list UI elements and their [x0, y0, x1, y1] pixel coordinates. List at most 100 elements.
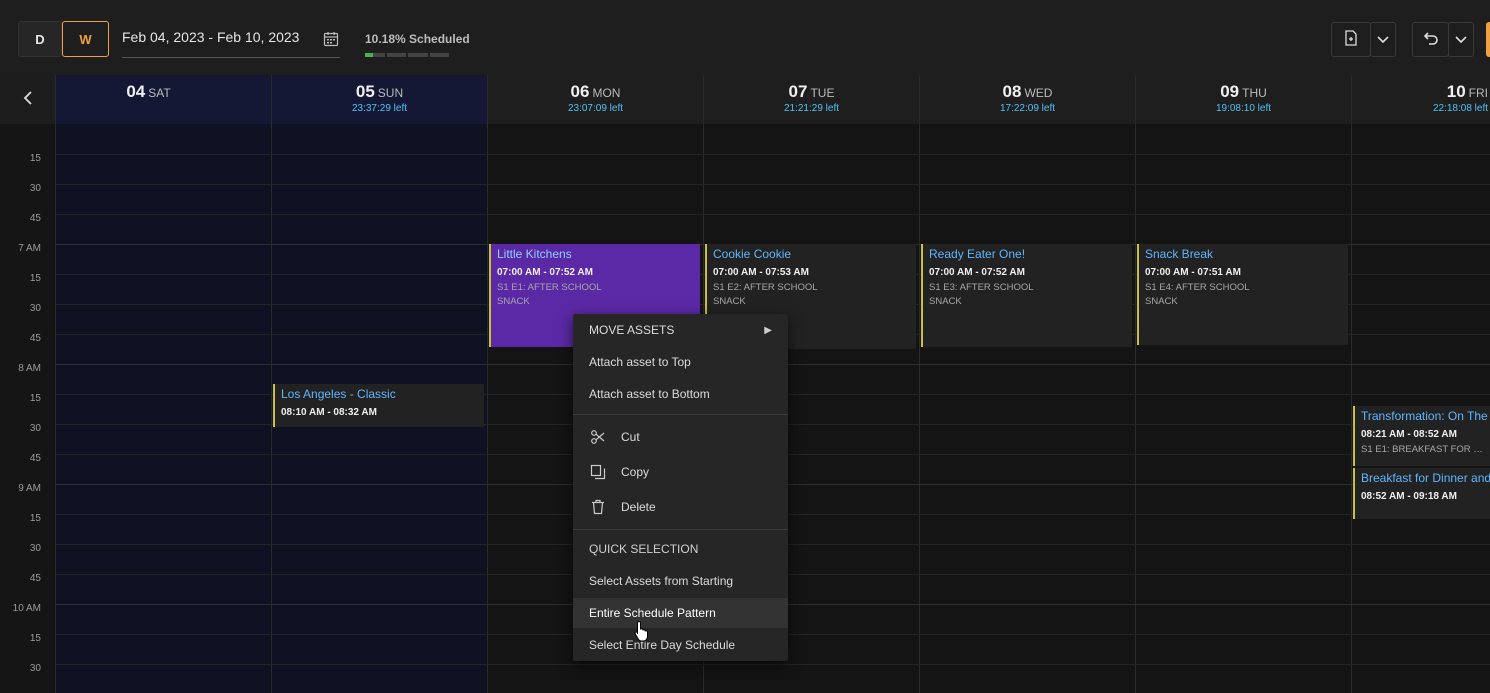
- menu-item-label: Select Assets from Starting: [589, 574, 734, 588]
- event-category: SNACK: [497, 296, 530, 307]
- event-card[interactable]: Breakfast for Dinner and 08:52 AM - 09:1…: [1353, 468, 1490, 519]
- day-header-wed[interactable]: 08 WED 17:22:09 left: [919, 75, 1135, 124]
- time-left: 17:22:09 left: [999, 103, 1056, 114]
- event-time: 07:00 AM - 07:53 AM: [713, 267, 809, 278]
- grid-line: [55, 154, 1490, 155]
- event-episode: S1 E2: AFTER SCHOOL: [713, 282, 818, 293]
- menu-section-label: QUICK SELECTION: [589, 542, 699, 556]
- time-label: 30: [29, 423, 41, 434]
- submenu-arrow-icon: ▶: [764, 324, 772, 336]
- day-header-tue[interactable]: 07 TUE 21:21:29 left: [703, 75, 919, 124]
- copy-icon: [589, 463, 607, 481]
- day-header-sun[interactable]: 05 SUN 23:37:29 left: [271, 75, 487, 124]
- event-episode: S1 E4: AFTER SCHOOL: [1145, 282, 1250, 293]
- time-label: 30: [29, 303, 41, 314]
- time-left: 23:07:09 left: [567, 103, 624, 114]
- undo-button[interactable]: [1412, 22, 1449, 57]
- day-number: 09: [1220, 82, 1240, 101]
- event-category: SNACK: [1145, 296, 1178, 307]
- date-range-field[interactable]: Feb 04, 2023 - Feb 10, 2023: [122, 29, 340, 58]
- menu-item-attach-bottom[interactable]: Attach asset to Bottom: [573, 379, 788, 409]
- day-number: 10: [1446, 82, 1466, 101]
- day-name: WED: [1024, 86, 1053, 100]
- menu-item-delete[interactable]: Delete: [573, 492, 788, 522]
- week-view-button[interactable]: W: [62, 21, 109, 57]
- trash-icon: [589, 498, 607, 516]
- day-header-sat[interactable]: 04 SAT: [55, 75, 271, 124]
- menu-item-select-from-starting[interactable]: Select Assets from Starting: [573, 566, 788, 596]
- menu-item-label: Cut: [621, 430, 640, 444]
- menu-item-copy[interactable]: Copy: [573, 457, 788, 487]
- event-card[interactable]: Ready Eater One! 07:00 AM - 07:52 AM S1 …: [921, 244, 1132, 347]
- time-left: 22:18:08 left: [1432, 103, 1488, 114]
- grid-line: [55, 184, 1490, 185]
- scheduled-percentage: 10.18% Scheduled: [365, 32, 470, 46]
- menu-item-cut[interactable]: Cut: [573, 422, 788, 452]
- day-column-wed[interactable]: [919, 124, 1135, 693]
- time-label: 30: [29, 543, 41, 554]
- time-label: 45: [29, 333, 41, 344]
- day-header-fri[interactable]: 10 FRI 22:18:08 left: [1351, 75, 1490, 124]
- day-number: 08: [1002, 82, 1022, 101]
- undo-icon: [1423, 31, 1439, 48]
- day-name: TUE: [810, 86, 835, 100]
- event-title: Breakfast for Dinner and: [1361, 471, 1490, 485]
- time-label: 45: [29, 213, 41, 224]
- export-dropdown-button[interactable]: [1370, 22, 1396, 57]
- time-label: 45: [29, 573, 41, 584]
- event-episode: S1 E1: AFTER SCHOOL: [497, 282, 602, 293]
- event-episode: S1 E3: AFTER SCHOOL: [929, 282, 1034, 293]
- time-left: 23:37:29 left: [351, 103, 408, 114]
- event-episode: S1 E1: BREAKFAST FOR DI...: [1361, 444, 1484, 455]
- menu-item-select-entire-day[interactable]: Select Entire Day Schedule: [573, 630, 788, 660]
- day-view-button[interactable]: D: [18, 21, 62, 57]
- day-name: SUN: [377, 86, 404, 100]
- day-header-thu[interactable]: 09 THU 19:08:10 left: [1135, 75, 1351, 124]
- menu-item-label: Attach asset to Top: [589, 355, 691, 369]
- menu-item-move-assets[interactable]: MOVE ASSETS ▶: [573, 315, 788, 345]
- menu-item-label: MOVE ASSETS: [589, 323, 675, 337]
- menu-item-attach-top[interactable]: Attach asset to Top: [573, 347, 788, 377]
- day-name: MON: [592, 86, 621, 100]
- menu-item-entire-schedule-pattern[interactable]: Entire Schedule Pattern: [573, 598, 788, 628]
- event-card[interactable]: Los Angeles - Classic 08:10 AM - 08:32 A…: [273, 384, 484, 427]
- undo-dropdown-button[interactable]: [1448, 22, 1474, 57]
- day-column-thu[interactable]: [1135, 124, 1351, 693]
- time-label: 15: [29, 153, 41, 164]
- menu-section-quick-selection: QUICK SELECTION: [573, 534, 788, 564]
- event-title: Ready Eater One!: [929, 247, 1026, 261]
- chevron-down-icon: [1455, 33, 1467, 47]
- grid-line: [55, 664, 1490, 665]
- time-left: 19:08:10 left: [1215, 103, 1272, 114]
- event-time: 07:00 AM - 07:52 AM: [497, 267, 593, 278]
- context-menu: MOVE ASSETS ▶ Attach asset to Top Attach…: [573, 314, 788, 661]
- time-label: 9 AM: [18, 483, 41, 494]
- chevron-down-icon: [1377, 33, 1389, 47]
- event-card[interactable]: Snack Break 07:00 AM - 07:51 AM S1 E4: A…: [1137, 244, 1348, 345]
- primary-action-button-edge[interactable]: [1486, 22, 1490, 57]
- time-label: 15: [29, 393, 41, 404]
- day-number: 06: [570, 82, 590, 101]
- menu-divider: [573, 414, 788, 415]
- date-range-text: Feb 04, 2023 - Feb 10, 2023: [122, 29, 300, 45]
- event-title: Cookie Cookie: [713, 247, 792, 261]
- event-time: 07:00 AM - 07:51 AM: [1145, 267, 1241, 278]
- calendar-icon[interactable]: [322, 30, 340, 48]
- event-time: 08:52 AM - 09:18 AM: [1361, 491, 1457, 502]
- scheduled-progress-bar: [365, 53, 449, 57]
- event-title: Transformation: On The: [1361, 409, 1488, 423]
- menu-divider: [573, 529, 788, 530]
- menu-item-label: Select Entire Day Schedule: [589, 638, 736, 652]
- time-label: 45: [29, 453, 41, 464]
- time-column: 15 30 45 7 AM 15 30 45 8 AM 15 30 45 9 AM 15 30 45 10 A…: [0, 124, 55, 693]
- menu-item-label: Delete: [621, 500, 656, 514]
- time-left: 21:21:29 left: [783, 103, 840, 114]
- day-column-sat[interactable]: [55, 124, 271, 693]
- export-button[interactable]: [1331, 22, 1371, 57]
- event-card[interactable]: Transformation: On The 08:21 AM - 08:52 …: [1353, 406, 1490, 466]
- menu-item-label: Entire Schedule Pattern: [589, 606, 716, 620]
- day-name: FRI: [1468, 86, 1488, 100]
- event-time: 08:21 AM - 08:52 AM: [1361, 429, 1457, 440]
- event-category: SNACK: [929, 296, 962, 307]
- day-header-mon[interactable]: 06 MON 23:07:09 left: [487, 75, 703, 124]
